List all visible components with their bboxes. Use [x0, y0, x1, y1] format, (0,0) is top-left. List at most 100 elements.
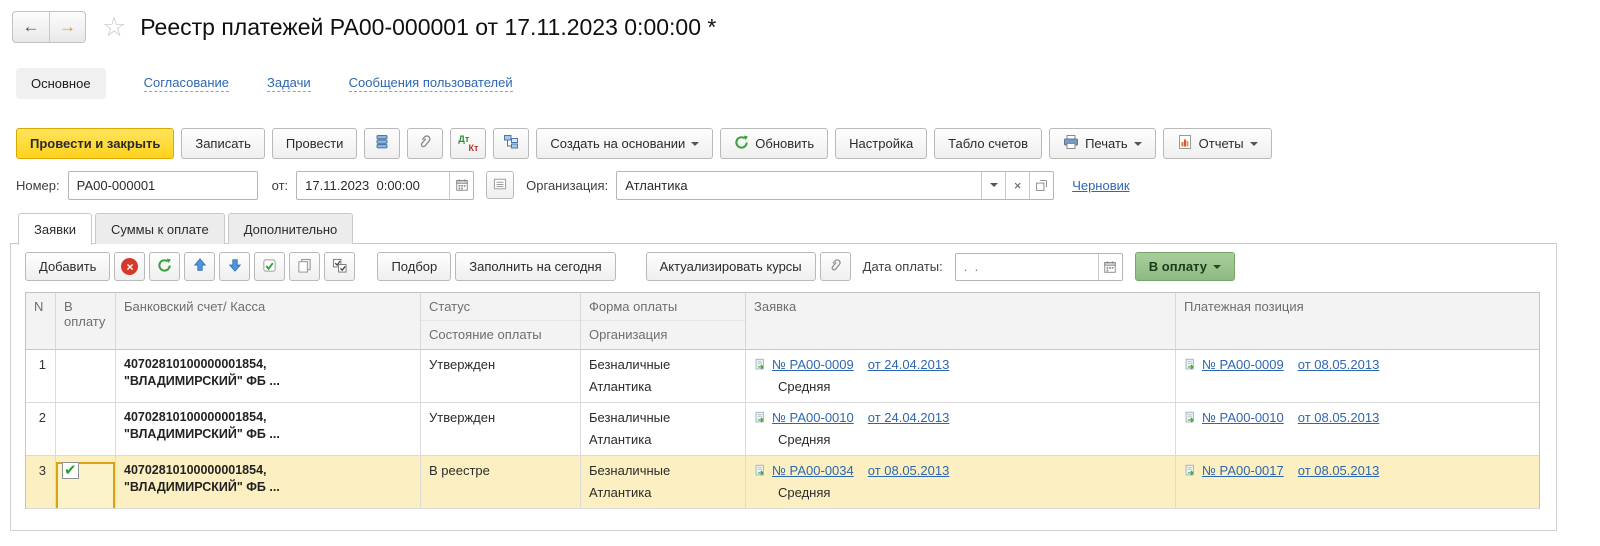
priority-label: Средняя: [754, 430, 1167, 447]
attachments-button[interactable]: [407, 128, 443, 159]
write-button[interactable]: Записать: [181, 128, 265, 159]
date-field[interactable]: 17.11.2023 0:00:00: [296, 171, 474, 200]
create-based-on-button[interactable]: Создать на основании: [536, 128, 713, 159]
update-rates-button[interactable]: Актуализировать курсы: [646, 252, 816, 281]
post-and-close-button[interactable]: Провести и закрыть: [16, 128, 174, 159]
printer-icon: [1063, 134, 1079, 153]
document-link-icon: [754, 357, 772, 374]
document-link-icon: [754, 410, 772, 427]
fill-today-button[interactable]: Заполнить на сегодня: [455, 252, 615, 281]
copy-row-button[interactable]: [289, 252, 320, 281]
to-pay-cell[interactable]: [56, 350, 116, 402]
toggle-flags-button[interactable]: [324, 252, 355, 281]
account-cell[interactable]: 40702810100000001854, "ВЛАДИМИРСКИЙ" ФБ …: [116, 403, 421, 455]
refresh-rows-button[interactable]: [149, 252, 180, 281]
tab-additional[interactable]: Дополнительно: [228, 213, 354, 244]
account-cell[interactable]: 40702810100000001854, "ВЛАДИМИРСКИЙ" ФБ …: [116, 456, 421, 508]
table-row[interactable]: 1 40702810100000001854, "ВЛАДИМИРСКИЙ" Ф…: [26, 350, 1539, 403]
payment-position-cell[interactable]: № РА00-0017от 08.05.2013: [1176, 456, 1541, 508]
post-button[interactable]: Провести: [272, 128, 358, 159]
payment-position-cell[interactable]: № РА00-0009от 08.05.2013: [1176, 350, 1541, 402]
move-up-button[interactable]: [184, 252, 215, 281]
row-number: 3: [26, 456, 56, 508]
payment-date-label: Дата оплаты:: [863, 259, 943, 274]
dropdown-caret-icon: [691, 142, 699, 146]
request-link[interactable]: № РА00-0034от 08.05.2013: [772, 463, 949, 478]
position-link[interactable]: № РА00-0009от 08.05.2013: [1202, 357, 1379, 372]
number-label: Номер:: [16, 178, 60, 193]
reports-button[interactable]: Отчеты: [1163, 128, 1272, 159]
row-number: 1: [26, 350, 56, 402]
tab-user-messages[interactable]: Сообщения пользователей: [349, 75, 513, 92]
to-pay-cell[interactable]: [56, 403, 116, 455]
account-cell[interactable]: 40702810100000001854, "ВЛАДИМИРСКИЙ" ФБ …: [116, 350, 421, 402]
history-nav-group: ← →: [12, 11, 86, 43]
move-down-button[interactable]: [219, 252, 250, 281]
tab-approval[interactable]: Согласование: [144, 75, 229, 92]
request-cell[interactable]: № РА00-0034от 08.05.2013 Средняя: [746, 456, 1176, 508]
set-flags-button[interactable]: [254, 252, 285, 281]
register-records-button[interactable]: [364, 128, 400, 159]
priority-label: Средняя: [754, 377, 1167, 394]
check-document-icon: [262, 258, 277, 276]
org-dropdown-caret-icon[interactable]: [981, 172, 1005, 199]
payment-position-cell[interactable]: № РА00-0010от 08.05.2013: [1176, 403, 1541, 455]
table-row[interactable]: 2 40702810100000001854, "ВЛАДИМИРСКИЙ" Ф…: [26, 403, 1539, 456]
forward-button[interactable]: →: [49, 12, 85, 42]
table-row-selected[interactable]: 3 40702810100000001854, "ВЛАДИМИРСКИЙ" Ф…: [26, 456, 1539, 509]
table-header: N В оплату Банковский счет/ Касса Статус…: [26, 293, 1539, 350]
delete-row-button[interactable]: ×: [114, 252, 145, 281]
table-toolbar: Добавить × Подбор Заполнить на сегодня А…: [25, 252, 1235, 281]
payment-form-cell[interactable]: Безналичные Атлантика: [581, 456, 746, 508]
position-link[interactable]: № РА00-0017от 08.05.2013: [1202, 463, 1379, 478]
accounts-board-button[interactable]: Табло счетов: [934, 128, 1042, 159]
organization-field[interactable]: Атлантика ×: [616, 171, 1054, 200]
calendar-icon[interactable]: [449, 172, 473, 199]
col-header-request: Заявка: [746, 293, 1176, 349]
tab-main[interactable]: Основное: [16, 68, 106, 99]
document-structure-button[interactable]: [493, 128, 529, 159]
to-payment-button[interactable]: В оплату: [1135, 252, 1235, 281]
back-button[interactable]: ←: [13, 12, 49, 42]
to-pay-checkbox-checked[interactable]: [62, 462, 79, 479]
status-cell[interactable]: В реестре: [421, 456, 581, 508]
org-clear-icon[interactable]: ×: [1005, 172, 1029, 199]
settings-button[interactable]: Настройка: [835, 128, 927, 159]
number-field[interactable]: РА00-000001: [68, 171, 258, 200]
paperclip-icon: [828, 258, 843, 276]
document-link-icon: [1184, 357, 1202, 374]
dtkt-button[interactable]: ДтКт: [450, 128, 486, 159]
tab-amounts[interactable]: Суммы к оплате: [95, 213, 225, 244]
paperclip-icon: [417, 134, 433, 153]
payment-form-cell[interactable]: Безналичные Атлантика: [581, 350, 746, 402]
calendar-icon[interactable]: [1098, 254, 1122, 280]
print-button[interactable]: Печать: [1049, 128, 1156, 159]
command-bar: Провести и закрыть Записать Провести ДтК…: [16, 128, 1272, 159]
structure-icon: [503, 134, 519, 153]
to-pay-cell-active[interactable]: [56, 456, 116, 508]
refresh-icon: [734, 135, 749, 153]
list-choice-button[interactable]: [486, 171, 514, 199]
status-cell[interactable]: Утвержден: [421, 403, 581, 455]
request-cell[interactable]: № РА00-0010от 24.04.2013 Средняя: [746, 403, 1176, 455]
org-open-icon[interactable]: [1029, 172, 1053, 199]
favorite-star-icon[interactable]: ☆: [102, 14, 126, 41]
request-link[interactable]: № РА00-0009от 24.04.2013: [772, 357, 949, 372]
payment-registry-window: ← → ☆ Реестр платежей РА00-000001 от 17.…: [0, 0, 1600, 546]
pick-button[interactable]: Подбор: [377, 252, 451, 281]
copy-icon: [297, 258, 312, 276]
refresh-button[interactable]: Обновить: [720, 128, 828, 159]
status-cell[interactable]: Утвержден: [421, 350, 581, 402]
request-link[interactable]: № РА00-0010от 24.04.2013: [772, 410, 949, 425]
payment-date-field[interactable]: . .: [955, 253, 1123, 281]
request-cell[interactable]: № РА00-0009от 24.04.2013 Средняя: [746, 350, 1176, 402]
list-icon: [493, 177, 507, 194]
draft-link[interactable]: Черновик: [1072, 178, 1129, 193]
add-row-button[interactable]: Добавить: [25, 252, 110, 281]
tab-requests[interactable]: Заявки: [18, 213, 92, 245]
payment-form-cell[interactable]: Безналичные Атлантика: [581, 403, 746, 455]
arrow-up-icon: [193, 258, 207, 275]
row-attachments-button[interactable]: [820, 252, 851, 281]
tab-tasks[interactable]: Задачи: [267, 75, 311, 92]
position-link[interactable]: № РА00-0010от 08.05.2013: [1202, 410, 1379, 425]
